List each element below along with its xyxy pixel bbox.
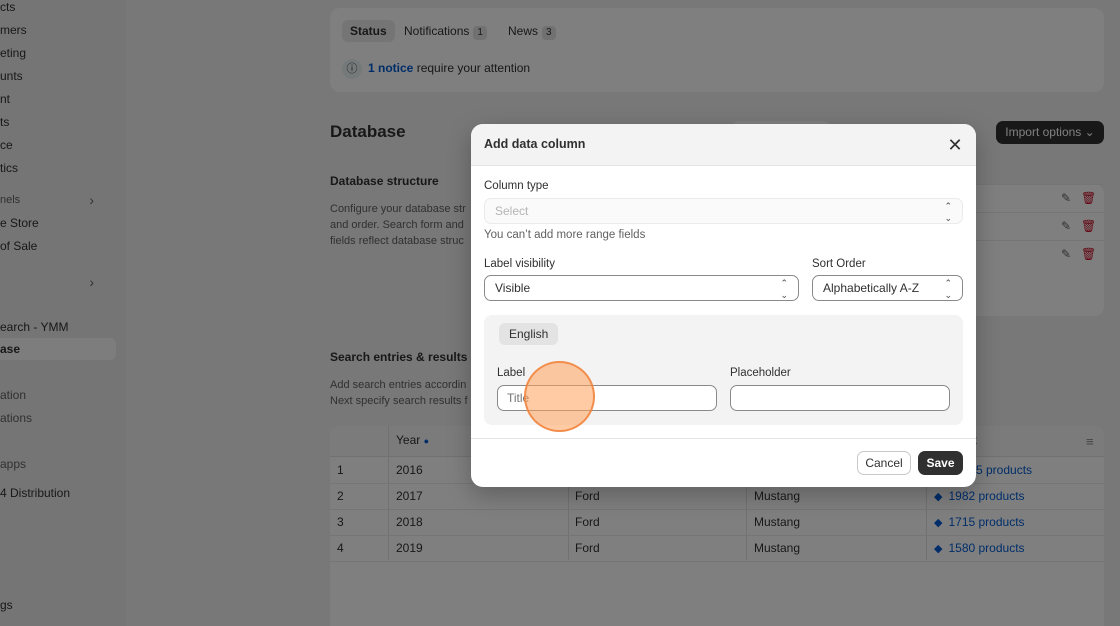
add-data-column-modal: Add data column ✕ Column type Select ⌃ ⌄ … bbox=[471, 124, 976, 487]
label-visibility-select[interactable]: Visible ⌃ ⌄ bbox=[484, 275, 799, 301]
select-arrows-icon: ⌃ ⌄ bbox=[780, 278, 788, 300]
placeholder-input[interactable] bbox=[730, 385, 950, 411]
select-value: Visible bbox=[495, 281, 531, 295]
column-type-help-text: You can’t add more range fields bbox=[484, 229, 646, 241]
modal-footer: Cancel Save bbox=[471, 438, 976, 487]
tab-english[interactable]: English bbox=[499, 323, 559, 345]
close-icon[interactable]: ✕ bbox=[945, 135, 965, 155]
save-button[interactable]: Save bbox=[918, 451, 963, 475]
select-arrows-icon: ⌃ ⌄ bbox=[944, 278, 952, 300]
sort-order-select[interactable]: Alphabetically A-Z ⌃ ⌄ bbox=[812, 275, 963, 301]
placeholder-field-label: Placeholder bbox=[730, 367, 791, 379]
label-visibility-label: Label visibility bbox=[484, 258, 555, 270]
column-type-select[interactable]: Select ⌃ ⌄ bbox=[484, 198, 963, 224]
select-placeholder: Select bbox=[495, 204, 529, 218]
label-field-label: Label bbox=[497, 367, 526, 379]
click-indicator bbox=[524, 361, 595, 432]
sort-order-label: Sort Order bbox=[812, 258, 866, 270]
modal-header: Add data column ✕ bbox=[471, 124, 976, 166]
column-type-label: Column type bbox=[484, 180, 549, 192]
select-value: Alphabetically A-Z bbox=[823, 281, 920, 295]
select-arrows-icon: ⌃ ⌄ bbox=[944, 201, 952, 223]
modal-title: Add data column bbox=[484, 137, 586, 151]
cancel-button[interactable]: Cancel bbox=[857, 451, 911, 475]
